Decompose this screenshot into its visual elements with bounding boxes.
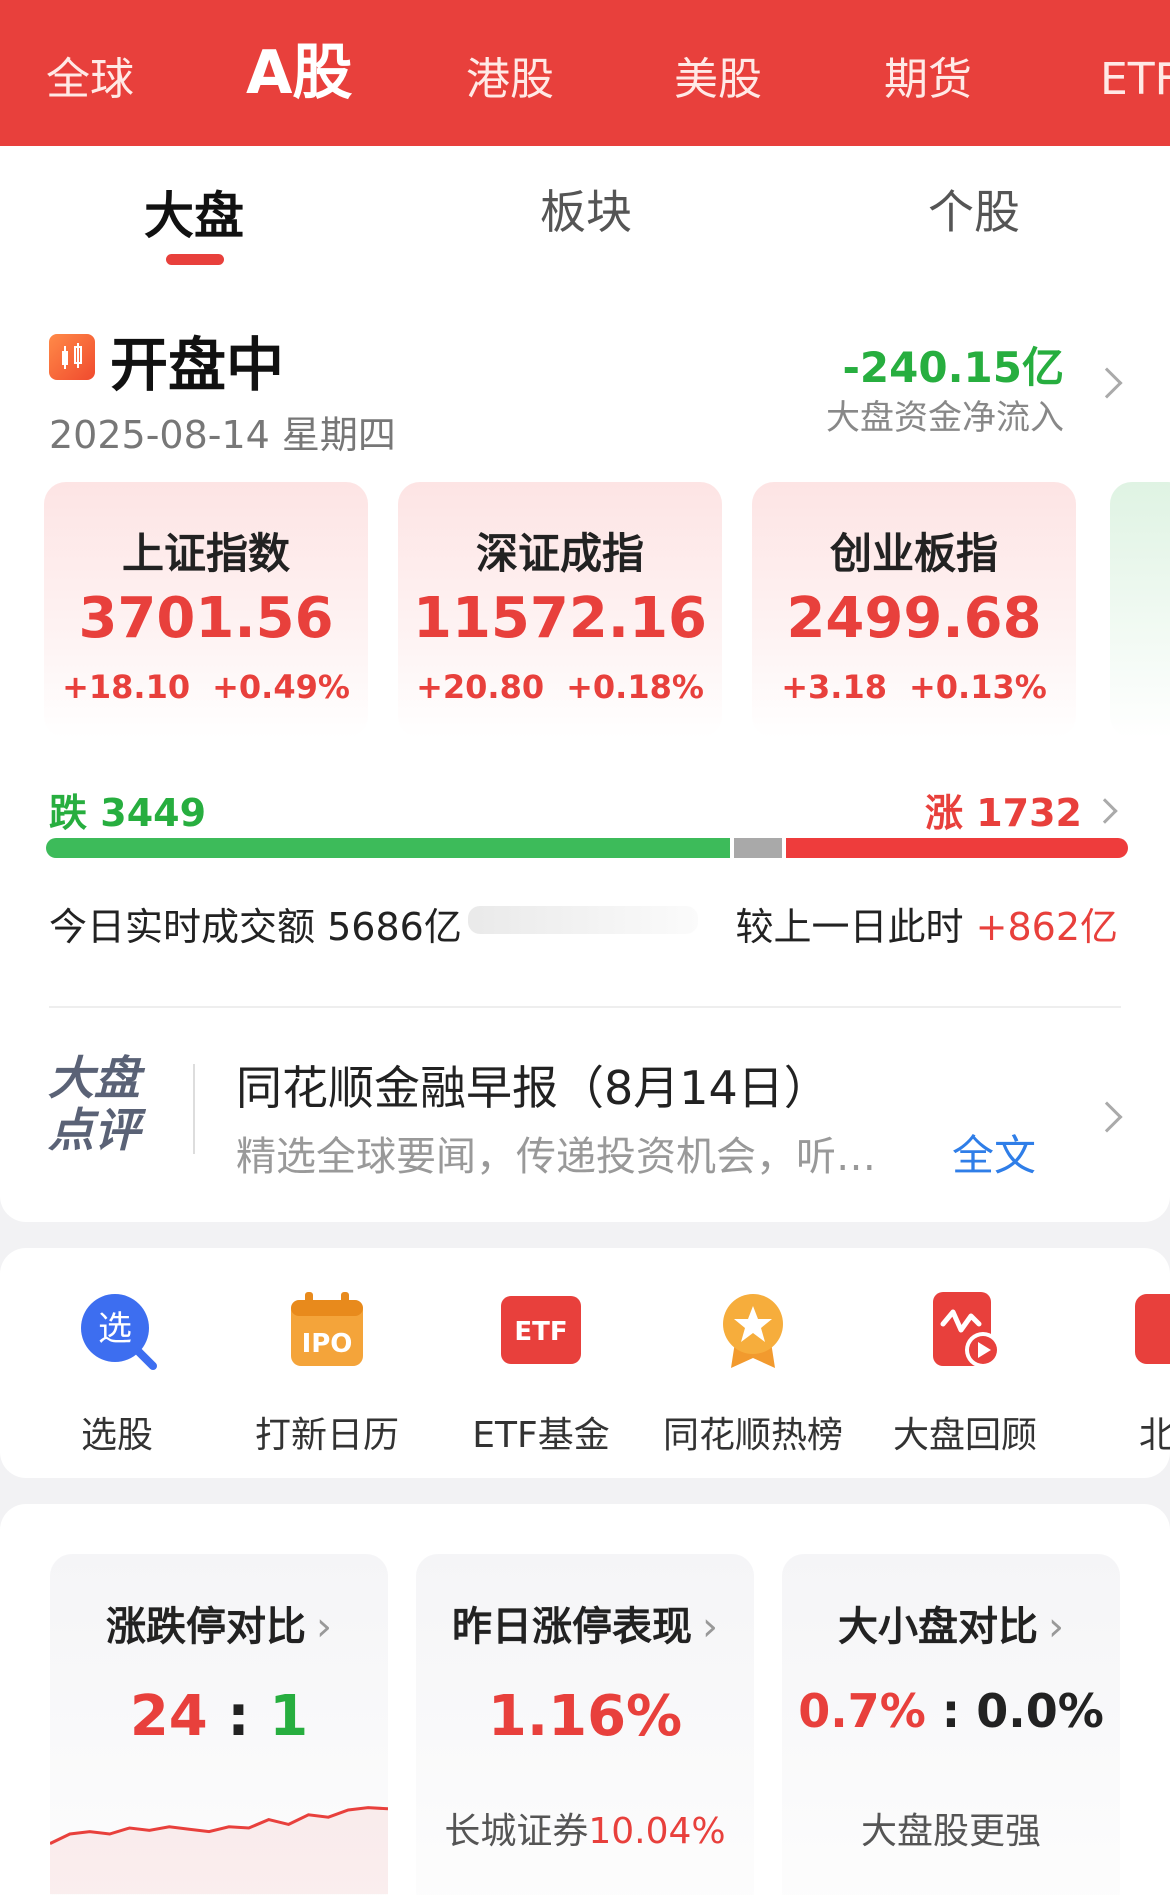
market-overview-card: 大盘 板块 个股 开盘中 2025-08-14 星期四 -240.15亿 大盘资… [0,146,1170,1222]
limit-trend-chart [50,1806,388,1894]
market-review-icon [925,1290,1005,1370]
trend-area [50,1807,388,1894]
stat-limit-ratio[interactable]: 涨跌停对比 › 24 : 1 [50,1554,388,1895]
market-tab-futures[interactable]: 期货 [884,0,972,146]
news-title[interactable]: 同花顺金融早报（8月14日） [236,1052,830,1118]
market-tab-us[interactable]: 美股 [674,0,762,146]
stat-cap-compare[interactable]: 大小盘对比 › 0.7% : 0.0% 大盘股更强 [782,1554,1120,1895]
index-card-sse[interactable]: 上证指数 3701.56 +18.10 +0.49% [44,482,368,738]
tool-etf-fund[interactable]: ETF ETF基金 [436,1290,646,1458]
index-name: 创业板指 [829,529,998,578]
tool-hot-list[interactable]: 同花顺热榜 [648,1290,858,1458]
market-tab-global[interactable]: 全球 [46,0,134,146]
search-stock-icon: 选 [77,1290,157,1370]
tools-card: 选 选股 IPO 打新日历 ETF ETF基金 同花顺热榜 大盘回顾 北交 [0,1248,1170,1478]
index-value: 3701.56 [78,586,334,651]
turnover-compare: 较上一日此时 +862亿 [735,905,1118,949]
index-name: 上证指数 [121,529,290,578]
index-change: +20.80 +0.18% [416,668,704,706]
stats-card: 涨跌停对比 › 24 : 1 昨日涨停表现 › 1.16% 长城证券10.04% 大… [0,1504,1170,1895]
market-date: 2025-08-14 星期四 [49,413,396,457]
advancers-count[interactable]: 涨 1732 [925,782,1082,837]
etf-icon: ETF [501,1290,581,1370]
stat-leader: 长城证券10.04% [444,1811,726,1852]
index-card-chinext[interactable]: 创业板指 2499.68 +3.18 +0.13% [752,482,1076,738]
turnover-blur [468,906,698,934]
svg-text:ETF: ETF [514,1317,567,1347]
beijing-exchange-icon [1135,1290,1170,1370]
sub-tab-market[interactable]: 大盘 [144,176,244,248]
stat-value: 0.7% : 0.0% [798,1684,1104,1738]
svg-text:选: 选 [98,1309,132,1349]
decliners-count: 跌 3449 [49,791,207,835]
stat-value: 1.16% [487,1684,683,1749]
market-status: 开盘中 [110,331,285,399]
breadth-bar [46,838,1128,858]
read-full-link[interactable]: 全文 [952,1122,1036,1183]
breadth-bar-rise [786,838,1128,858]
market-tab-hk[interactable]: 港股 [466,0,554,146]
sub-tab-sector[interactable]: 板块 [540,176,632,242]
tool-stock-picker[interactable]: 选 选股 [12,1290,222,1458]
ipo-calendar-icon: IPO [287,1290,367,1370]
fund-flow-label: 大盘资金净流入 [826,398,1064,438]
market-tab-bar: 全球 A股 港股 美股 期货 ETF [0,0,1170,146]
stat-title: 大小盘对比 › [838,1604,1064,1650]
breadth-bar-fall [46,838,731,858]
sub-tab-stock[interactable]: 个股 [928,176,1020,242]
chevron-right-icon[interactable] [1091,367,1123,399]
news-summary[interactable]: 精选全球要闻，传递投资机会，听… [236,1124,876,1182]
stat-value: 24 : 1 [129,1684,309,1749]
candlestick-icon [49,334,95,380]
chevron-right-icon[interactable] [1092,798,1118,824]
tool-market-review[interactable]: 大盘回顾 [860,1290,1070,1458]
index-value: 11572.16 [412,586,708,651]
divider [193,1064,195,1154]
index-change: +18.10 +0.49% [62,668,350,706]
market-tab-a-shares[interactable]: A股 [246,0,352,146]
turnover: 今日实时成交额 5686亿 [49,905,462,949]
svg-text:IPO: IPO [302,1329,353,1359]
stat-yesterday-limit-up[interactable]: 昨日涨停表现 › 1.16% 长城证券10.04% [416,1554,754,1895]
fund-flow-value[interactable]: -240.15亿 [842,334,1064,395]
index-card-next[interactable] [1110,482,1170,738]
index-name: 深证成指 [475,529,644,578]
stat-note: 大盘股更强 [860,1811,1041,1852]
market-commentary-logo: 大盘 点评 [48,1051,140,1157]
breadth-bar-flat [734,838,783,858]
divider [49,1006,1121,1008]
index-card-szse[interactable]: 深证成指 11572.16 +20.80 +0.18% [398,482,722,738]
stat-title: 昨日涨停表现 › [452,1604,718,1650]
index-change: +3.18 +0.13% [781,668,1047,706]
tool-beijing-exchange[interactable]: 北交 [1070,1290,1170,1458]
chevron-right-icon[interactable] [1091,1101,1123,1133]
hot-list-medal-icon [713,1290,793,1370]
index-value: 2499.68 [786,586,1042,651]
active-tab-indicator [166,254,224,265]
market-tab-etf[interactable]: ETF [1100,0,1170,146]
tool-ipo-calendar[interactable]: IPO 打新日历 [222,1290,432,1458]
stat-title: 涨跌停对比 › [106,1604,332,1650]
